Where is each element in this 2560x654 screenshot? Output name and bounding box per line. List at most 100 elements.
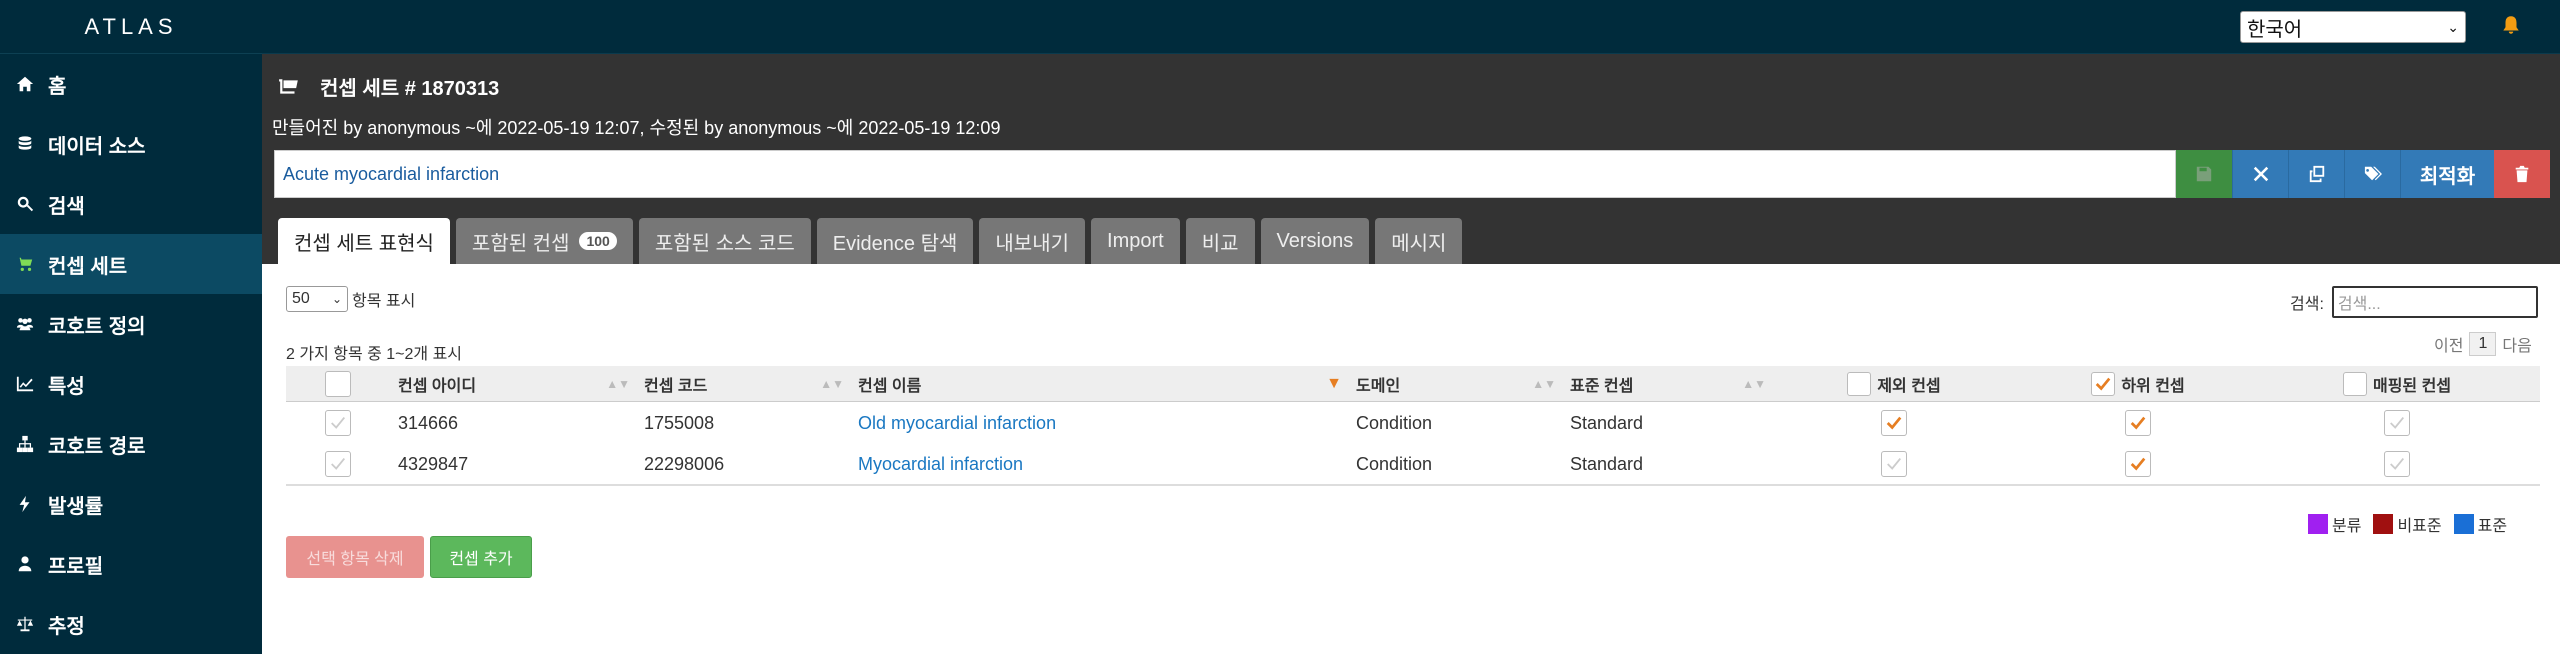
column-header-label: 컨셉 코드 bbox=[644, 377, 708, 395]
bell-icon[interactable] bbox=[2500, 14, 2524, 38]
legend-swatch bbox=[2373, 514, 2394, 534]
sitemap-icon bbox=[14, 433, 36, 455]
sidebar-item-cohort-definitions[interactable]: 코호트 정의 bbox=[0, 294, 262, 354]
home-icon bbox=[14, 73, 36, 95]
tab-versions[interactable]: Versions bbox=[1260, 218, 1370, 264]
table-actions: 선택 항목 삭제 컨셉 추가 bbox=[286, 536, 532, 578]
optimize-button[interactable]: 최적화 bbox=[2400, 150, 2494, 198]
mapped-all-checkbox[interactable] bbox=[2342, 371, 2367, 396]
domain-cell: Condition bbox=[1356, 412, 1433, 433]
next-page-button[interactable]: 다음 bbox=[2502, 332, 2531, 356]
select-all-checkbox[interactable] bbox=[325, 370, 351, 397]
concept-id-cell: 4329847 bbox=[398, 453, 469, 474]
row-select-checkbox[interactable] bbox=[325, 451, 351, 477]
concept-name-link[interactable]: Myocardial infarction bbox=[858, 454, 1023, 475]
table-info: 2 가지 항목 중 1~2개 표시 bbox=[286, 346, 463, 363]
column-header-standard-concept[interactable]: 표준 컨셉 ▲▼ bbox=[1562, 366, 1772, 401]
language-select-value: 한국어 bbox=[2247, 18, 2303, 41]
column-header-concept-id[interactable]: 컨셉 아이디 ▲▼ bbox=[390, 366, 636, 401]
users-icon bbox=[14, 313, 36, 335]
column-header-label: 제외 컨셉 bbox=[1877, 377, 1941, 395]
descendants-checkbox[interactable] bbox=[2125, 410, 2151, 436]
main-content: 50 ⌄ 항목 표시 검색: 검색... 2 가지 항목 중 1~2개 표시 이… bbox=[262, 264, 2560, 654]
concept-set-name-input[interactable]: Acute myocardial infarction bbox=[274, 150, 2176, 198]
sidebar-item-characterizations[interactable]: 특성 bbox=[0, 354, 262, 414]
chevron-down-icon: ⌄ bbox=[331, 292, 342, 306]
sidebar-item-label: 발생률 bbox=[48, 495, 104, 518]
add-concept-button[interactable]: 컨셉 추가 bbox=[430, 536, 532, 578]
top-bar: 한국어 ⌄ bbox=[262, 0, 2560, 54]
sort-icon: ▲▼ bbox=[1532, 376, 1556, 391]
excluded-cell bbox=[1772, 402, 2016, 444]
concept-name-link[interactable]: Old myocardial infarction bbox=[858, 413, 1056, 434]
column-header-domain[interactable]: 도메인 ▲▼ bbox=[1348, 366, 1562, 401]
page-title-row: 컨셉 세트 # 1870313 bbox=[278, 72, 499, 101]
tab-included-source-codes[interactable]: 포함된 소스 코드 bbox=[638, 218, 811, 264]
sidebar-item-data-sources[interactable]: 데이터 소스 bbox=[0, 114, 262, 174]
brand-logo[interactable]: ATLAS bbox=[0, 0, 262, 54]
tab-concept-set-expression[interactable]: 컨셉 세트 표현식 bbox=[278, 218, 450, 264]
descendants-cell bbox=[2016, 402, 2260, 444]
sidebar-item-estimation[interactable]: 추정 bbox=[0, 594, 262, 654]
tab-label: 포함된 소스 코드 bbox=[654, 232, 795, 255]
language-select[interactable]: 한국어 ⌄ bbox=[2240, 11, 2466, 43]
sidebar-item-concept-sets[interactable]: 컨셉 세트 bbox=[0, 234, 262, 294]
sidebar-item-home[interactable]: 홈 bbox=[0, 54, 262, 114]
copy-button[interactable] bbox=[2288, 150, 2344, 198]
column-header-descendants: 하위 컨셉 bbox=[2016, 366, 2260, 401]
concept-name-cell: Old myocardial infarction bbox=[850, 402, 1348, 444]
tab-label: Evidence 탐색 bbox=[832, 232, 958, 255]
prev-page-button[interactable]: 이전 bbox=[2434, 332, 2463, 356]
save-button[interactable] bbox=[2176, 150, 2232, 198]
bolt-icon bbox=[14, 493, 36, 515]
column-header-concept-code[interactable]: 컨셉 코드 ▲▼ bbox=[636, 366, 850, 401]
exclude-all-checkbox[interactable] bbox=[1847, 371, 1872, 396]
concept-code-cell: 1755008 bbox=[644, 412, 715, 433]
sidebar-item-search[interactable]: 검색 bbox=[0, 174, 262, 234]
created-modified-info: 만들어진 by anonymous ~에 2022-05-19 12:07, 수… bbox=[272, 118, 1001, 138]
sidebar-item-label: 홈 bbox=[48, 75, 67, 98]
tab-import[interactable]: Import bbox=[1091, 218, 1180, 264]
column-header-concept-name[interactable]: 컨셉 이름 ▼ bbox=[850, 366, 1348, 401]
column-header-excluded: 제외 컨셉 bbox=[1772, 366, 2016, 401]
excluded-checkbox[interactable] bbox=[1881, 451, 1907, 477]
sidebar-item-incidence-rates[interactable]: 발생률 bbox=[0, 474, 262, 534]
legend-item: 비표준 bbox=[2373, 512, 2442, 536]
save-icon bbox=[2196, 166, 2212, 182]
mapped-checkbox[interactable] bbox=[2384, 451, 2410, 477]
tab-compare[interactable]: 비교 bbox=[1185, 218, 1255, 264]
sidebar-item-label: 컨셉 세트 bbox=[48, 255, 128, 278]
tab-label: 포함된 컨셉 bbox=[471, 232, 570, 255]
tab-export[interactable]: 내보내기 bbox=[979, 218, 1086, 264]
page-title: 컨셉 세트 # 1870313 bbox=[320, 78, 500, 100]
tab-explore-evidence[interactable]: Evidence 탐색 bbox=[816, 218, 974, 264]
concept-class-legend: 분류 비표준 표준 bbox=[2308, 512, 2519, 536]
tab-included-concepts[interactable]: 포함된 컨셉 100 bbox=[455, 218, 633, 264]
delete-button[interactable] bbox=[2494, 150, 2550, 198]
line-chart-icon bbox=[14, 373, 36, 395]
page-length-value: 50 bbox=[292, 290, 310, 307]
sidebar-item-cohort-pathways[interactable]: 코호트 경로 bbox=[0, 414, 262, 474]
mapped-checkbox[interactable] bbox=[2384, 410, 2410, 436]
tags-button[interactable] bbox=[2344, 150, 2400, 198]
chevron-down-icon: ⌄ bbox=[2447, 18, 2459, 35]
page-number-button[interactable]: 1 bbox=[2469, 332, 2497, 356]
row-select-checkbox[interactable] bbox=[325, 410, 351, 436]
page-length-select[interactable]: 50 ⌄ bbox=[286, 286, 348, 312]
toolbar: 최적화 bbox=[2176, 150, 2550, 198]
delete-selected-button[interactable]: 선택 항목 삭제 bbox=[286, 536, 424, 578]
database-icon bbox=[14, 133, 36, 155]
sidebar-item-profiles[interactable]: 프로필 bbox=[0, 534, 262, 594]
select-cell bbox=[286, 402, 390, 444]
select-cell bbox=[286, 444, 390, 484]
search-input[interactable]: 검색... bbox=[2331, 286, 2538, 318]
legend-swatch bbox=[2453, 514, 2474, 534]
column-header-label: 도메인 bbox=[1356, 377, 1401, 395]
descendants-checkbox[interactable] bbox=[2125, 451, 2151, 477]
descendants-all-checkbox[interactable] bbox=[2091, 371, 2116, 396]
standard-concept-cell: Standard bbox=[1570, 453, 1644, 474]
close-button[interactable] bbox=[2232, 150, 2288, 198]
user-icon bbox=[14, 553, 36, 575]
tab-messages[interactable]: 메시지 bbox=[1375, 218, 1463, 264]
excluded-checkbox[interactable] bbox=[1881, 410, 1907, 436]
